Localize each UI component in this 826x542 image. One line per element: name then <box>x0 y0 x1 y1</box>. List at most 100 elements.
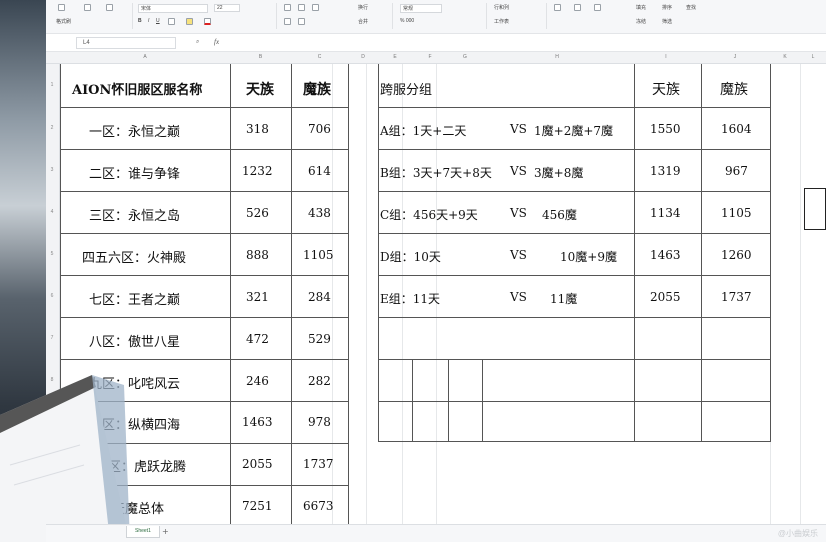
group-vs: VS <box>510 122 527 136</box>
indent-icon[interactable] <box>284 18 291 25</box>
row-number[interactable]: 4 <box>46 209 58 215</box>
selected-cell[interactable] <box>804 188 826 230</box>
spreadsheet-grid[interactable]: AION怀旧服区服名称 天族 魔族 一区：永恒之巅 318 706 二区：谁与争… <box>60 64 826 524</box>
freeze-button[interactable]: 冻结 <box>636 18 646 25</box>
border-icon[interactable] <box>168 18 175 25</box>
copy-icon[interactable] <box>106 4 113 11</box>
table-border <box>378 191 770 192</box>
table-border <box>348 64 349 524</box>
cut-icon[interactable] <box>84 4 91 11</box>
wrap-text-button[interactable]: 换行 <box>358 4 368 11</box>
underline-button[interactable]: U <box>156 18 160 24</box>
row-number[interactable]: 6 <box>46 293 58 299</box>
column-letter[interactable]: L <box>800 54 826 60</box>
align-right-icon[interactable] <box>312 4 319 11</box>
sheet-button[interactable]: 工作表 <box>494 18 509 25</box>
group-tian: 2055 <box>650 290 681 304</box>
column-letter[interactable]: C <box>291 54 348 60</box>
add-sheet-icon[interactable]: + <box>162 527 169 537</box>
row-number[interactable]: 1 <box>46 82 58 88</box>
column-letter[interactable]: K <box>770 54 800 60</box>
tian-count: 472 <box>246 332 269 346</box>
column-letter[interactable]: A <box>60 54 230 60</box>
header-tian: 天族 <box>246 82 274 98</box>
symbol-icon[interactable] <box>594 4 601 11</box>
row-number[interactable]: 9 <box>46 419 58 425</box>
group-mo: 1604 <box>721 122 752 136</box>
group-vs: VS <box>510 206 527 220</box>
group-vs: VS <box>510 248 527 262</box>
align-left-icon[interactable] <box>284 4 291 11</box>
server-name: 十一区：虎跃龙腾 <box>82 460 187 475</box>
cond-format-icon[interactable] <box>574 4 581 11</box>
table-border <box>60 64 61 524</box>
sort-button[interactable]: 排序 <box>662 4 672 11</box>
merge-button[interactable]: 合并 <box>358 18 368 25</box>
column-letter[interactable]: J <box>700 54 770 60</box>
group-vs: VS <box>510 164 527 178</box>
format-painter-label[interactable]: 格式刷 <box>56 18 71 25</box>
font-color-icon[interactable] <box>204 18 211 25</box>
toolbar-divider <box>392 3 393 29</box>
mo-count: 706 <box>308 122 331 136</box>
table-border <box>378 233 770 234</box>
row-number[interactable]: 10 <box>46 461 58 467</box>
watermark: @小曲娱乐 <box>777 529 818 538</box>
fx-icon[interactable]: fx <box>214 38 219 46</box>
tian-count: 321 <box>246 290 269 304</box>
table-border <box>60 317 348 318</box>
toolbar-divider <box>486 3 487 29</box>
table-border <box>60 485 348 486</box>
server-name: 四五六区：火神殿 <box>82 251 187 266</box>
column-letter[interactable]: G <box>448 54 482 60</box>
fill-color-icon[interactable] <box>186 18 193 25</box>
table-border <box>378 64 379 442</box>
italic-button[interactable]: I <box>148 18 149 24</box>
align-center-icon[interactable] <box>298 4 305 11</box>
search-icon[interactable]: ⌕ <box>196 38 199 46</box>
server-name: 九区：叱咤风云 <box>89 377 181 392</box>
row-number[interactable]: 11 <box>46 503 58 509</box>
table-style-icon[interactable] <box>554 4 561 11</box>
header-tian: 天族 <box>652 82 680 98</box>
desktop-wallpaper <box>0 0 46 542</box>
server-name: 十区：纵横四海 <box>89 418 181 433</box>
column-letter[interactable]: H <box>482 54 632 60</box>
column-letter[interactable]: D <box>348 54 378 60</box>
row-number[interactable]: 7 <box>46 335 58 341</box>
tian-count: 888 <box>246 248 269 262</box>
row-number[interactable]: 3 <box>46 167 58 173</box>
column-letter[interactable]: F <box>412 54 448 60</box>
server-name: 天魔总体 <box>112 502 165 517</box>
table-border <box>378 359 770 360</box>
row-number[interactable]: 2 <box>46 125 58 131</box>
server-name: 三区：永恒之岛 <box>89 209 181 224</box>
table-border <box>378 149 770 150</box>
font-name-select[interactable]: 宋体 <box>138 4 208 13</box>
column-letter[interactable]: E <box>378 54 412 60</box>
mo-count: 529 <box>308 332 331 346</box>
paste-icon[interactable] <box>58 4 65 11</box>
filter-button[interactable]: 筛选 <box>662 18 672 25</box>
table-border <box>701 64 702 442</box>
row-number[interactable]: 5 <box>46 251 58 257</box>
row-col-button[interactable]: 行和列 <box>494 4 509 11</box>
name-box[interactable]: L4 <box>76 37 176 49</box>
bold-button[interactable]: B <box>138 18 142 24</box>
table-border <box>378 107 770 108</box>
find-button[interactable]: 查找 <box>686 4 696 11</box>
header-mo: 魔族 <box>720 82 748 98</box>
group-left: D组：10天 <box>380 250 441 264</box>
group-right: 456魔 <box>542 208 577 222</box>
fill-button[interactable]: 填充 <box>636 4 646 11</box>
group-right: 10魔+9魔 <box>560 250 617 264</box>
number-format-select[interactable]: 常规 <box>400 4 442 13</box>
row-number[interactable]: 8 <box>46 377 58 383</box>
table-border <box>60 275 348 276</box>
column-letter[interactable]: I <box>632 54 700 60</box>
sheet-tab[interactable]: Sheet1 <box>126 526 160 538</box>
column-letter[interactable]: B <box>230 54 291 60</box>
percent-button[interactable]: % 000 <box>400 18 414 24</box>
font-size-select[interactable]: 22 <box>214 4 240 12</box>
outdent-icon[interactable] <box>298 18 305 25</box>
